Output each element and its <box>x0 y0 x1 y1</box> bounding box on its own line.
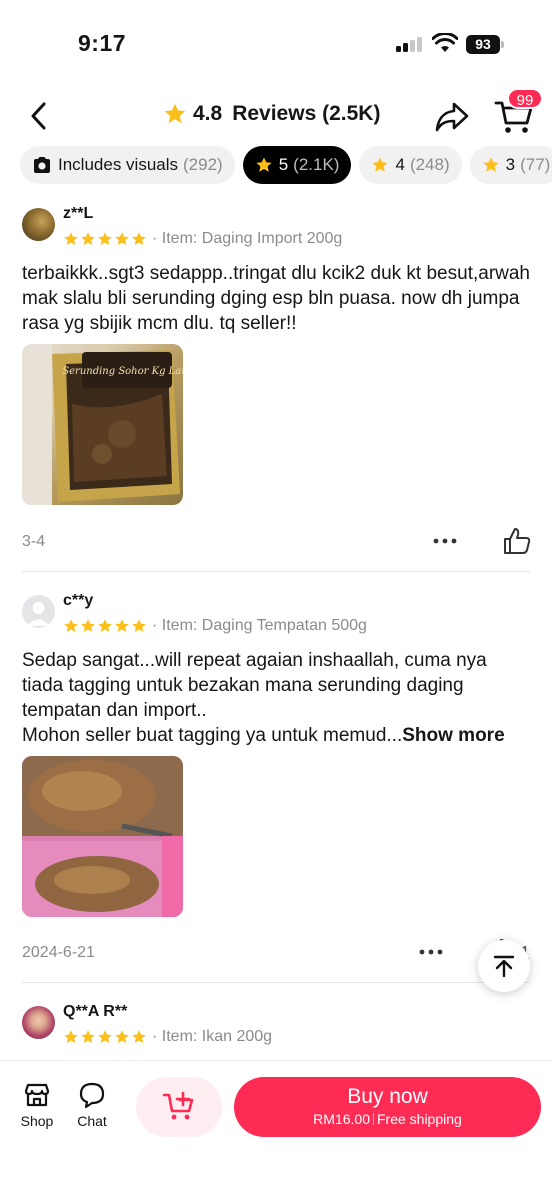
filter-chip-5-star[interactable]: 5 (2.1K) <box>242 146 352 184</box>
star-icon <box>132 619 146 632</box>
star-icon <box>132 1030 146 1043</box>
buy-now-button[interactable]: Buy now RM16.00 Free shipping <box>234 1077 541 1137</box>
filter-chip-count: (77) <box>520 155 551 174</box>
chat-icon <box>79 1082 105 1109</box>
star-icon <box>98 232 112 245</box>
photo-caption: Serunding Sohor Kg Laut <box>62 366 183 377</box>
review-item-text: Item: Daging Import 200g <box>161 230 343 247</box>
filter-chip-3-star[interactable]: 3 (77) <box>469 146 552 184</box>
filter-chip-4-star[interactable]: 4 (248) <box>359 146 462 184</box>
default-avatar-icon <box>27 602 50 626</box>
cart-badge: 99 <box>507 88 543 109</box>
review-stars <box>63 231 147 247</box>
chevron-left-icon <box>31 102 46 130</box>
review-item-variant: · Item: Daging Import 200g <box>152 230 342 248</box>
filter-chip-label: 4 <box>395 155 405 174</box>
add-to-cart-button[interactable] <box>136 1077 222 1137</box>
signal-icon <box>396 36 424 52</box>
scroll-to-top-button[interactable] <box>478 940 530 992</box>
star-icon <box>81 232 95 245</box>
separator <box>372 1113 374 1125</box>
star-icon <box>256 157 272 172</box>
thumbs-up-icon[interactable] <box>502 526 532 556</box>
wifi-icon <box>432 33 458 52</box>
star-icon <box>64 619 78 632</box>
status-bar: 9:17 93 <box>0 0 552 80</box>
battery-tip <box>501 41 504 48</box>
star-icon <box>115 232 129 245</box>
back-button[interactable] <box>22 98 56 134</box>
review-username: Q**A R** <box>63 1003 128 1020</box>
more-options-icon[interactable] <box>432 536 458 546</box>
star-icon <box>81 619 95 632</box>
page-title: 4.8 Reviews (2.5K) <box>163 102 380 126</box>
buy-now-label: Buy now <box>347 1085 428 1108</box>
star-icon <box>64 232 78 245</box>
chat-button[interactable]: Chat <box>70 1081 114 1129</box>
avatar <box>22 1006 55 1039</box>
star-icon <box>372 157 389 172</box>
review-photo[interactable]: Serunding Sohor Kg Laut <box>22 344 183 505</box>
review-date: 2024-6-21 <box>22 944 95 961</box>
review-stars <box>63 618 147 634</box>
star-icon <box>64 1030 78 1043</box>
avatar <box>22 595 55 628</box>
review-text: Sedap sangat...will repeat agaian inshaa… <box>22 648 532 748</box>
bottom-action-bar: Shop Chat Buy now RM16.00 Free shipping <box>0 1060 552 1200</box>
shipping-label: Free shipping <box>376 1111 462 1127</box>
more-options-icon[interactable] <box>418 947 444 957</box>
review-photo[interactable] <box>22 756 183 917</box>
review-username: z**L <box>63 205 94 222</box>
arrow-up-icon <box>493 955 515 978</box>
star-icon <box>81 1030 95 1043</box>
filter-chip-count: (292) <box>183 155 223 174</box>
divider <box>22 982 530 983</box>
review-item-variant: · Item: Daging Tempatan 500g <box>152 617 367 635</box>
filter-chip-count: (2.1K) <box>293 155 340 174</box>
separator-dot: · <box>152 1028 158 1045</box>
review-stars <box>63 1029 147 1045</box>
chat-label: Chat <box>77 1113 107 1129</box>
shop-label: Shop <box>20 1113 54 1129</box>
product-photo-illustration <box>22 756 183 917</box>
product-photo-illustration: Serunding Sohor Kg Laut <box>22 344 183 505</box>
share-icon[interactable] <box>434 100 470 134</box>
review-date: 3-4 <box>22 533 46 550</box>
filter-chip-label: 3 <box>505 155 516 174</box>
header: 4.8 Reviews (2.5K) <box>0 86 552 146</box>
shop-icon <box>24 1083 50 1107</box>
shop-button[interactable]: Shop <box>15 1081 59 1129</box>
star-icon <box>482 157 499 172</box>
review-item-text: Item: Daging Tempatan 500g <box>161 617 367 634</box>
status-time: 9:17 <box>78 30 127 56</box>
overall-rating: 4.8 <box>193 102 223 125</box>
filter-chips: Includes visuals (292) 5 (2.1K) 4 (248) … <box>20 146 552 184</box>
price: RM16.00 <box>313 1111 370 1127</box>
filter-chip-label: 5 <box>278 155 289 174</box>
star-icon <box>115 619 129 632</box>
separator-dot: · <box>152 617 158 634</box>
show-more-link[interactable]: Show more <box>402 725 504 746</box>
filter-chip-count: (248) <box>409 155 450 174</box>
star-icon <box>132 232 146 245</box>
separator-dot: · <box>152 230 158 247</box>
reviews-title: Reviews (2.5K) <box>232 102 381 125</box>
review-username: c**y <box>63 592 94 609</box>
avatar <box>22 208 55 241</box>
battery-indicator: 93 <box>466 35 500 54</box>
divider <box>22 571 530 572</box>
add-to-cart-icon <box>162 1091 194 1120</box>
buy-now-subtitle: RM16.00 Free shipping <box>234 1111 541 1127</box>
review-item-variant: · Item: Ikan 200g <box>152 1028 272 1046</box>
star-icon <box>115 1030 129 1043</box>
review-item-text: Item: Ikan 200g <box>161 1028 273 1045</box>
review-text: terbaikkk..sgt3 sedappp..tringat dlu kci… <box>22 263 530 334</box>
camera-icon <box>34 157 50 173</box>
star-icon <box>98 1030 112 1043</box>
filter-chip-visuals[interactable]: Includes visuals (292) <box>20 146 235 184</box>
star-icon <box>98 619 112 632</box>
star-icon <box>164 103 186 123</box>
filter-chip-label: Includes visuals <box>58 155 179 174</box>
